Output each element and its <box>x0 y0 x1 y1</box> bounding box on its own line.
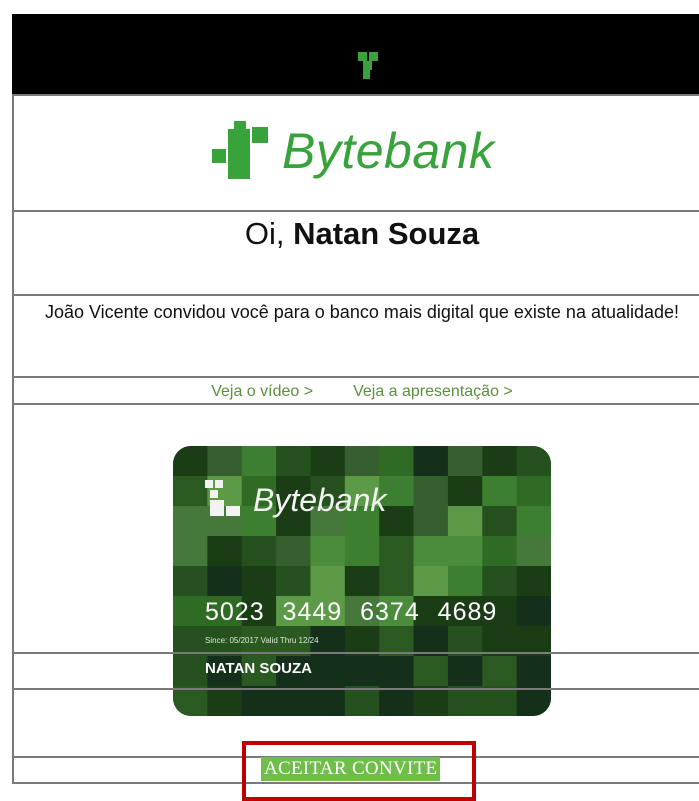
card-pattern-cell <box>447 506 483 537</box>
card-pattern-cell <box>413 686 449 716</box>
card-pattern-cell <box>207 686 243 716</box>
card-pattern-cell <box>207 566 243 597</box>
card-pattern-cell <box>344 536 380 567</box>
card-pattern-cell <box>516 506 551 537</box>
bytebank-logo-icon <box>358 52 378 79</box>
card-pattern-cell <box>207 536 243 567</box>
card-pattern-cell <box>516 536 551 567</box>
card-pattern-cell <box>516 446 551 477</box>
card-pattern-cell <box>344 686 380 716</box>
card-brand-name: Bytebank <box>253 481 387 518</box>
bytebank-logo-icon <box>212 121 268 179</box>
card-pattern-cell <box>413 476 449 507</box>
card-pattern-cell <box>379 656 415 687</box>
card-validity: Since: 05/2017 Valid Thru 12/24 <box>205 636 319 645</box>
card-pattern-cell <box>516 686 551 716</box>
card-pattern-cell <box>276 536 311 567</box>
card-pattern-cell <box>413 566 449 597</box>
email-header <box>12 14 699 94</box>
card-pattern-cell <box>379 536 415 567</box>
greeting-prefix: Oi, <box>244 216 285 251</box>
greeting: Oi, Natan Souza <box>12 212 699 256</box>
card-number: 5023 3449 6374 4689 <box>205 598 498 626</box>
card-pattern-cell <box>241 566 277 597</box>
card-pattern-cell <box>447 476 483 507</box>
divider <box>12 688 699 690</box>
links-row: Veja o vídeo > Veja a apresentação > <box>12 381 699 403</box>
card-pattern-cell <box>447 686 483 716</box>
card-pattern-cell <box>310 536 346 567</box>
greeting-name: Natan Souza <box>293 216 480 251</box>
view-presentation-link[interactable]: Veja a apresentação > <box>353 381 513 403</box>
divider <box>12 94 699 96</box>
card-pattern-cell <box>276 446 311 477</box>
card-pattern-cell <box>310 446 346 477</box>
watch-video-link[interactable]: Veja o vídeo > <box>211 381 313 403</box>
card-pattern-cell <box>413 536 449 567</box>
card-pattern-cell <box>207 446 243 477</box>
divider <box>12 652 699 654</box>
card-pattern-cell <box>344 566 380 597</box>
card-pattern-cell <box>276 566 311 597</box>
card-pattern-cell <box>482 536 518 567</box>
card-pattern-cell <box>241 686 277 716</box>
card-pattern-cell <box>413 656 449 687</box>
card-pattern-cell <box>482 686 518 716</box>
card-holder-name: NATAN SOUZA <box>205 660 312 677</box>
card-pattern-cell <box>379 566 415 597</box>
card-pattern-cell <box>173 686 208 716</box>
card-pattern-cell <box>344 656 380 687</box>
invite-message: João Vicente convidou você para o banco … <box>44 302 680 322</box>
card-pattern-cell <box>241 536 277 567</box>
credit-card-image: Bytebank 5023 3449 6374 4689 Since: 05/2… <box>173 446 551 716</box>
card-pattern-cell <box>173 656 208 687</box>
bytebank-logo-icon <box>205 480 240 516</box>
card-pattern-cell <box>447 566 483 597</box>
card-pattern-cell <box>516 476 551 507</box>
divider <box>12 294 699 296</box>
card-pattern-cell <box>413 506 449 537</box>
card-brand: Bytebank <box>205 480 386 520</box>
card-pattern-cell <box>379 686 415 716</box>
card-pattern-cell <box>482 446 518 477</box>
card-pattern-cell <box>482 476 518 507</box>
card-pattern-cell <box>379 446 415 477</box>
card-pattern-cell <box>447 656 483 687</box>
card-pattern-cell <box>310 566 346 597</box>
card-pattern-cell <box>482 656 518 687</box>
highlight-box <box>242 741 476 801</box>
brand-name: Bytebank <box>282 123 495 179</box>
card-pattern-cell <box>173 536 208 567</box>
card-pattern-cell <box>173 446 208 477</box>
card-pattern-cell <box>344 446 380 477</box>
card-pattern-cell <box>173 566 208 597</box>
card-pattern-cell <box>516 596 551 627</box>
card-pattern-cell <box>173 506 208 537</box>
card-pattern-cell <box>241 446 277 477</box>
card-pattern-cell <box>276 686 311 716</box>
card-pattern-cell <box>447 536 483 567</box>
card-pattern-cell <box>482 566 518 597</box>
brand-logo: Bytebank <box>212 116 494 186</box>
card-pattern-cell <box>173 476 208 507</box>
card-pattern-cell <box>516 566 551 597</box>
card-pattern-cell <box>516 656 551 687</box>
card-pattern-cell <box>173 596 208 627</box>
card-pattern-cell <box>413 446 449 477</box>
card-pattern-cell <box>447 446 483 477</box>
divider <box>12 376 699 378</box>
card-pattern-cell <box>482 506 518 537</box>
divider <box>12 403 699 405</box>
card-pattern-cell <box>310 686 346 716</box>
card-pattern-cell <box>310 656 346 687</box>
